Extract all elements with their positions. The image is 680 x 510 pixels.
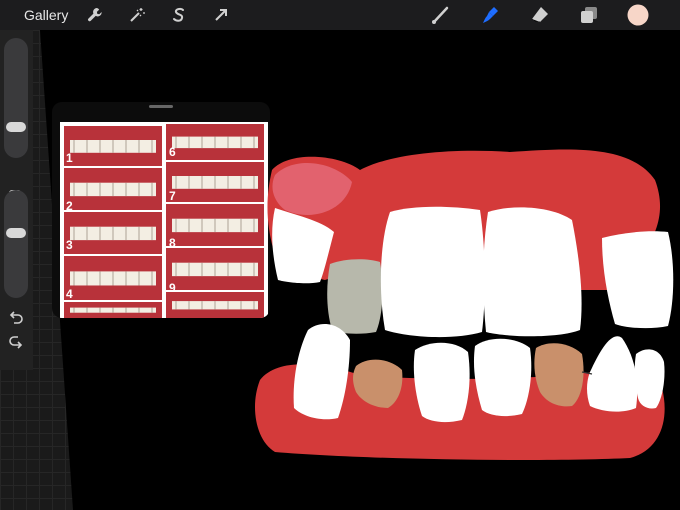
gallery-button[interactable]: Gallery xyxy=(24,7,74,23)
lower-incisor-2 xyxy=(473,338,532,417)
color-swatch[interactable] xyxy=(627,4,649,26)
opacity-slider[interactable] xyxy=(4,190,28,298)
teeth-artwork xyxy=(255,149,674,460)
lower-incisor-1 xyxy=(413,342,470,423)
brush-size-slider[interactable] xyxy=(4,38,28,158)
left-sidebar xyxy=(0,30,33,370)
upper-right-molar xyxy=(602,231,674,329)
wrench-icon[interactable] xyxy=(85,5,105,25)
selection-s-icon[interactable] xyxy=(169,5,189,25)
reference-window[interactable]: 1 2 3 4 6 7 8 9 xyxy=(52,102,270,318)
grey-tooth xyxy=(327,259,383,334)
redo-arrow-icon[interactable] xyxy=(8,336,24,352)
undo-arrow-icon[interactable] xyxy=(8,310,24,326)
transform-arrow-icon[interactable] xyxy=(211,5,231,25)
layers-icon[interactable] xyxy=(579,5,599,25)
lower-canine-left xyxy=(293,324,350,420)
smudge-icon[interactable] xyxy=(480,5,500,25)
reference-label: 6 xyxy=(169,145,176,159)
reference-photo: 1 2 3 4 6 7 8 9 xyxy=(60,122,268,318)
reference-label: 8 xyxy=(169,236,176,250)
reference-label: 4 xyxy=(66,287,73,301)
reference-label: 7 xyxy=(169,189,176,203)
brush-size-handle[interactable] xyxy=(6,122,26,132)
lower-canine-right xyxy=(587,336,638,412)
brush-icon[interactable] xyxy=(430,5,450,25)
reference-label: 1 xyxy=(66,151,73,165)
eraser-icon[interactable] xyxy=(530,5,550,25)
upper-incisor-left xyxy=(380,206,485,338)
upper-incisor-right xyxy=(483,207,582,337)
lower-molar-right xyxy=(634,349,665,409)
reference-label: 9 xyxy=(169,281,176,295)
magic-wand-icon[interactable] xyxy=(127,5,147,25)
opacity-handle[interactable] xyxy=(6,228,26,238)
reference-label: 3 xyxy=(66,238,73,252)
reference-label: 2 xyxy=(66,199,73,213)
reference-drag-handle[interactable] xyxy=(149,105,173,108)
